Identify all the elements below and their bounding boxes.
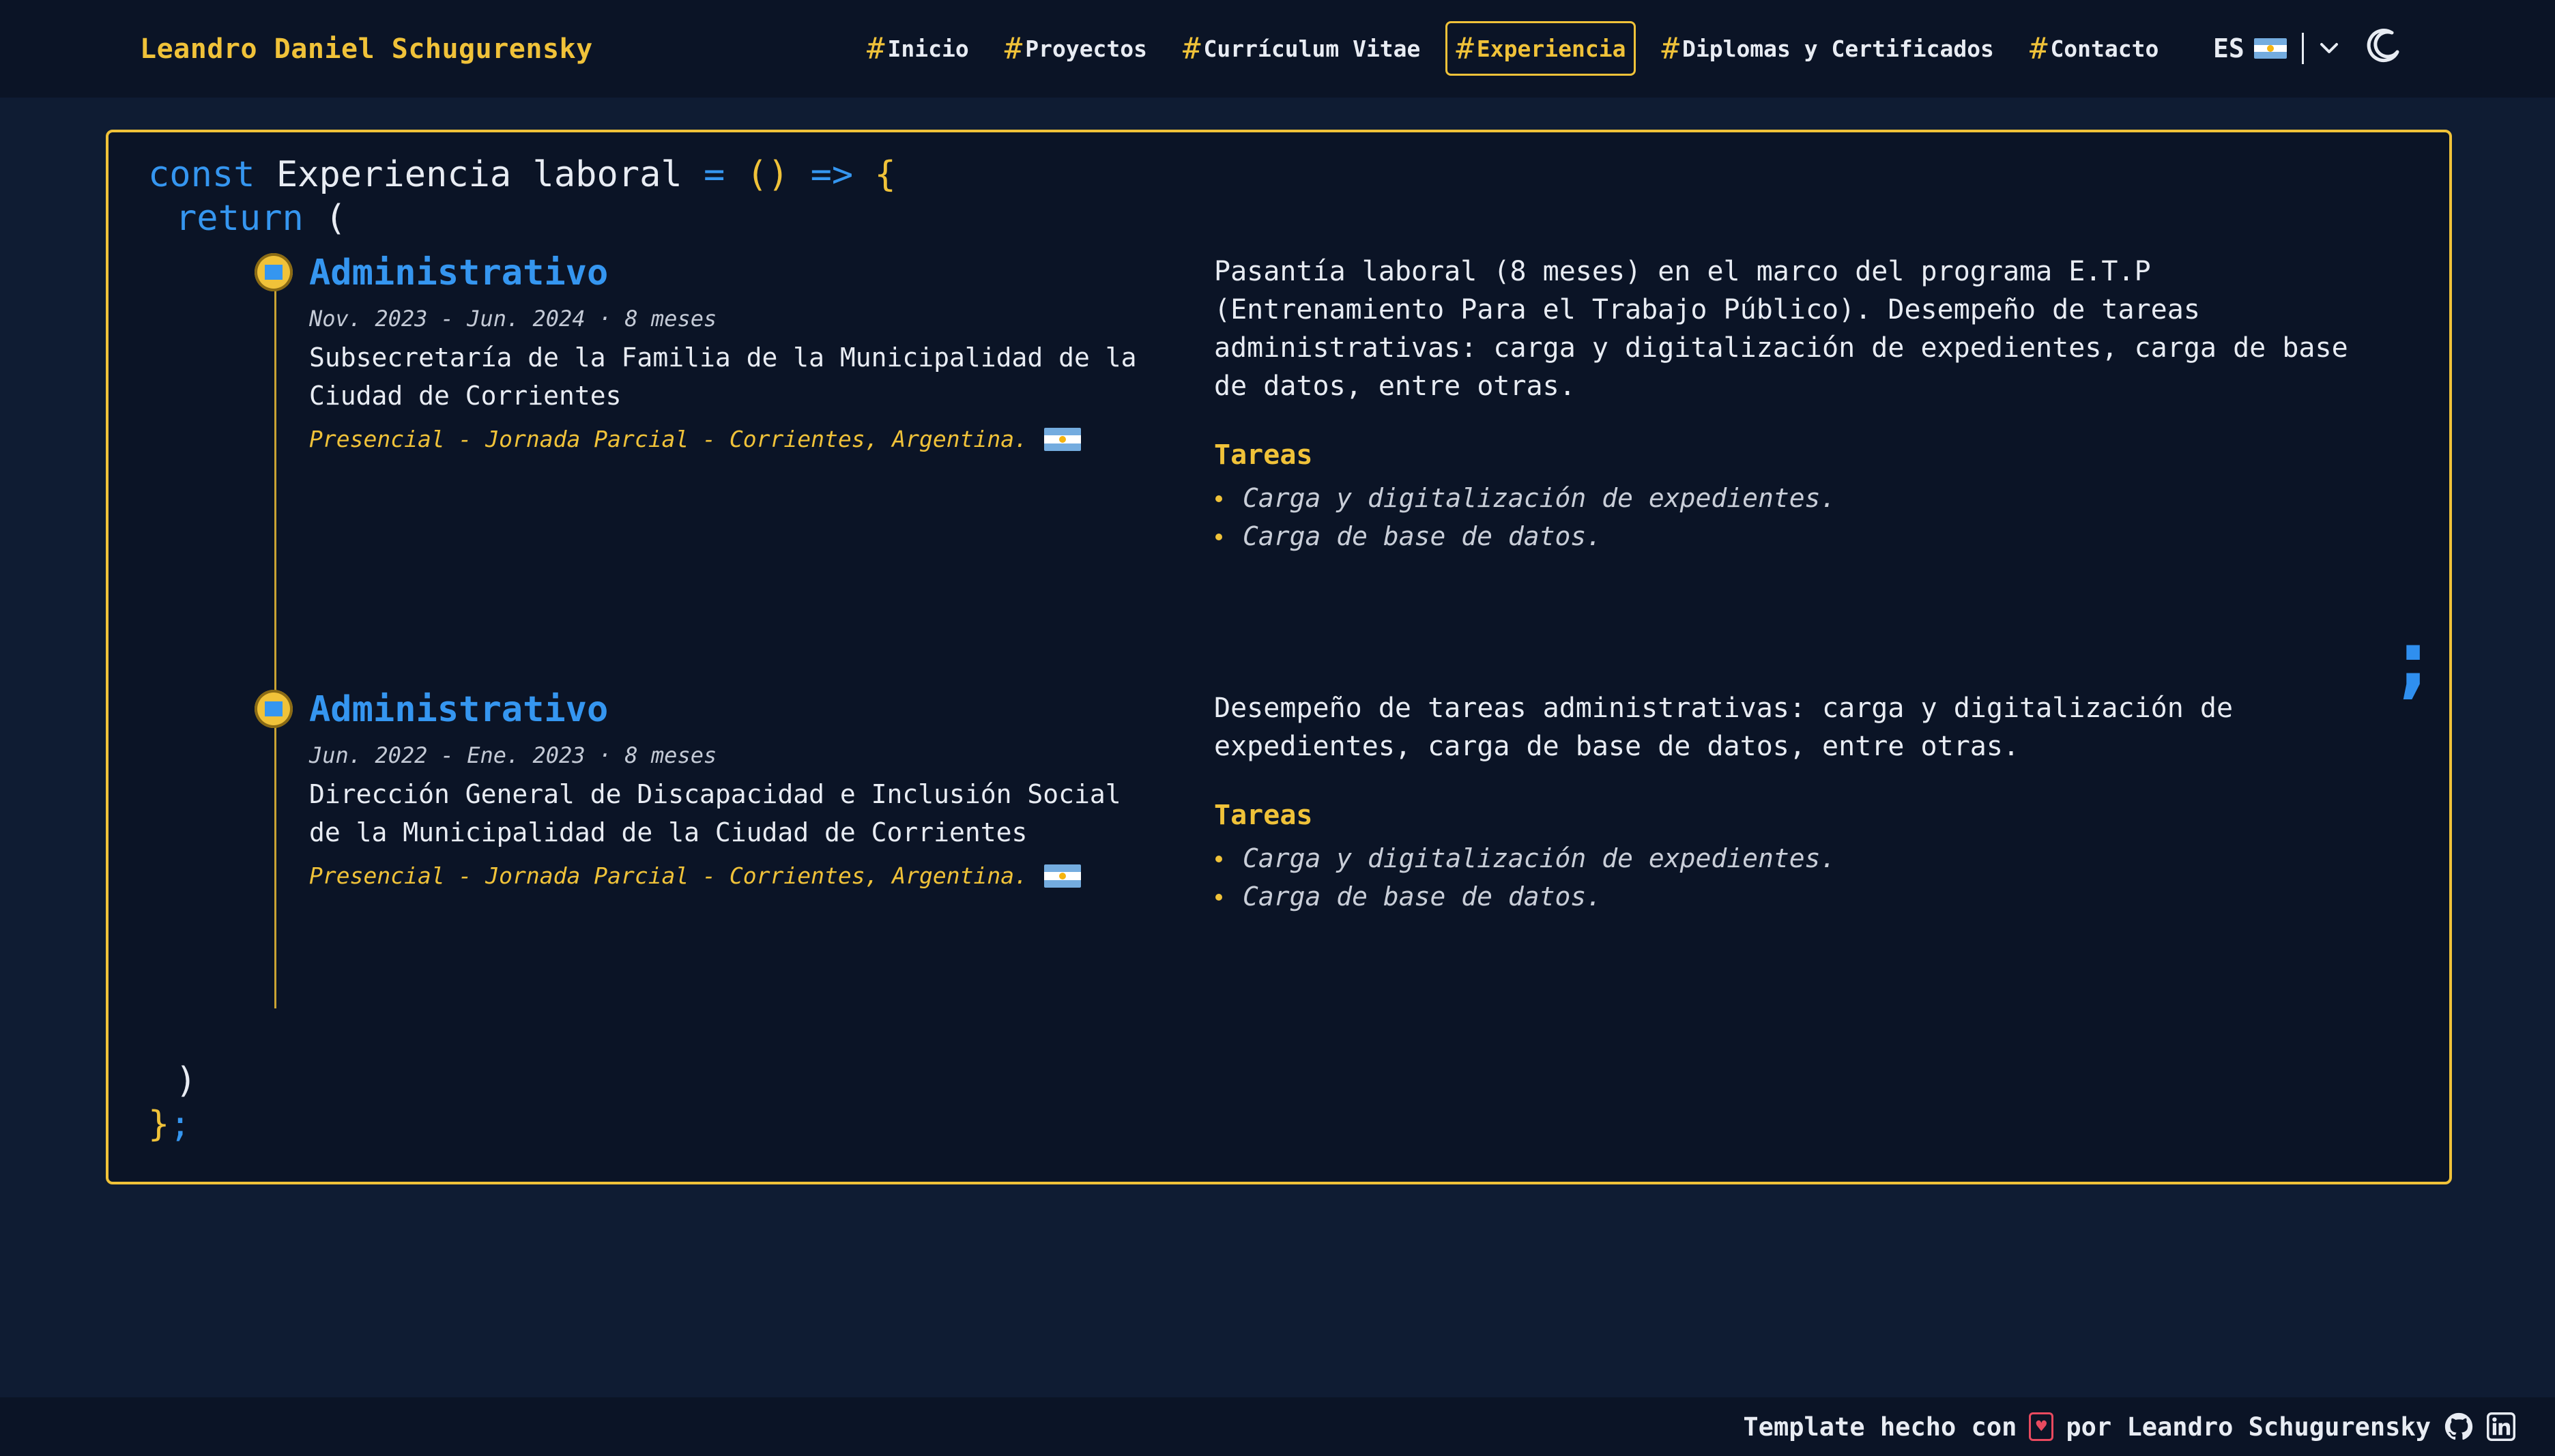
- job-description: Desempeño de tareas administrativas: car…: [1214, 693, 2234, 762]
- nav-link-experiencia[interactable]: # Experiencia: [1445, 21, 1636, 76]
- briefcase-icon: [255, 253, 293, 291]
- semicolon-decoration: ;: [2388, 613, 2438, 708]
- list-item: Carga de base de datos.: [1214, 877, 1836, 916]
- briefcase-icon: [255, 690, 293, 728]
- arrow-token: =>: [810, 154, 854, 195]
- linkedin-icon[interactable]: [2487, 1412, 2515, 1441]
- argentina-flag-icon: [1044, 427, 1081, 451]
- section-title: Experiencia laboral: [276, 154, 682, 195]
- close-brace-token: }: [148, 1104, 170, 1145]
- footer-text-after: por Leandro Schugurensky: [2066, 1412, 2431, 1442]
- top-navbar: Leandro Daniel Schugurensky # Inicio # Pro…: [0, 0, 2555, 98]
- task-list: Carga y digitalización de expedientes. C…: [1214, 479, 1836, 555]
- language-code: ES: [2213, 33, 2244, 63]
- nav-link-proyectos[interactable]: # Proyectos: [994, 21, 1157, 76]
- equals-token: =: [704, 154, 725, 195]
- nav-link-label: Contacto: [2050, 35, 2159, 62]
- moon-icon[interactable]: [2365, 27, 2403, 65]
- nav-link-contacto[interactable]: # Contacto: [2019, 21, 2169, 76]
- footer: Template hecho con ♥ por Leandro Schugur…: [0, 1397, 2555, 1456]
- job-location-text: Presencial - Jornada Parcial - Corriente…: [309, 426, 1028, 452]
- hash-icon: #: [1004, 31, 1023, 66]
- parens-token: (): [746, 154, 790, 195]
- argentina-flag-icon: [2253, 38, 2287, 59]
- job-dates: Nov. 2023 - Jun. 2024 · 8 meses: [309, 306, 717, 332]
- close-paren-token: ): [175, 1060, 197, 1101]
- code-header-line: const Experiencia laboral = () => {: [148, 154, 896, 195]
- nav-link-inicio[interactable]: # Inicio: [856, 21, 979, 76]
- nav-link-label: Proyectos: [1025, 35, 1148, 62]
- job-description: Pasantía laboral (8 meses) en el marco d…: [1214, 256, 2348, 402]
- open-paren-token: (: [325, 198, 347, 239]
- nav-links: # Inicio # Proyectos # Currículum Vitae # Ex…: [856, 21, 2184, 76]
- return-keyword: return: [175, 198, 304, 239]
- hash-icon: #: [2029, 31, 2048, 66]
- language-selector[interactable]: ES: [2213, 22, 2339, 75]
- job-location: Presencial - Jornada Parcial - Corriente…: [309, 862, 1081, 889]
- job-location-text: Presencial - Jornada Parcial - Corriente…: [309, 862, 1028, 889]
- footer-text-before: Template hecho con: [1743, 1412, 2017, 1442]
- job-dates: Jun. 2022 - Ene. 2023 · 8 meses: [309, 742, 717, 768]
- divider: [2301, 33, 2304, 64]
- chevron-down-icon[interactable]: [2319, 37, 2339, 61]
- code-close-brace-line: };: [148, 1104, 191, 1145]
- job-title: Administrativo: [309, 252, 609, 293]
- tasks-heading: Tareas: [1214, 800, 1313, 831]
- nav-link-label: Diplomas y Certificados: [1681, 35, 1994, 62]
- list-item: Carga y digitalización de expedientes.: [1214, 839, 1836, 877]
- code-close-paren-line: ): [175, 1060, 197, 1101]
- github-icon[interactable]: [2444, 1412, 2473, 1441]
- nav-link-diplomas[interactable]: # Diplomas y Certificados: [1651, 21, 2004, 76]
- list-item: Carga y digitalización de expedientes.: [1214, 479, 1836, 517]
- experience-card: const Experiencia laboral = () => { retu…: [106, 130, 2452, 1184]
- list-item: Carga de base de datos.: [1214, 517, 1836, 555]
- timeline-line: [274, 277, 276, 1008]
- heart-icon: ♥: [2029, 1412, 2054, 1441]
- task-list: Carga y digitalización de expedientes. C…: [1214, 839, 1836, 916]
- hash-icon: #: [1456, 31, 1474, 66]
- nav-link-label: Currículum Vitae: [1203, 35, 1421, 62]
- hash-icon: #: [867, 31, 885, 66]
- brand-name[interactable]: Leandro Daniel Schugurensky: [140, 0, 593, 98]
- argentina-flag-icon: [1044, 864, 1081, 888]
- code-return-line: return (: [175, 198, 346, 239]
- job-title: Administrativo: [309, 689, 609, 730]
- job-organization: Dirección General de Discapacidad e Incl…: [309, 779, 1121, 847]
- hash-icon: #: [1183, 31, 1201, 66]
- nav-link-label: Inicio: [887, 35, 969, 62]
- tasks-heading: Tareas: [1214, 439, 1313, 471]
- nav-link-label: Experiencia: [1476, 35, 1626, 62]
- open-brace-token: {: [874, 154, 896, 195]
- job-organization: Subsecretaría de la Familia de la Munici…: [309, 343, 1137, 411]
- const-keyword: const: [148, 154, 255, 195]
- hash-icon: #: [1661, 31, 1679, 66]
- job-location: Presencial - Jornada Parcial - Corriente…: [309, 426, 1081, 452]
- semicolon-token: ;: [169, 1104, 191, 1145]
- nav-link-curriculum[interactable]: # Currículum Vitae: [1172, 21, 1430, 76]
